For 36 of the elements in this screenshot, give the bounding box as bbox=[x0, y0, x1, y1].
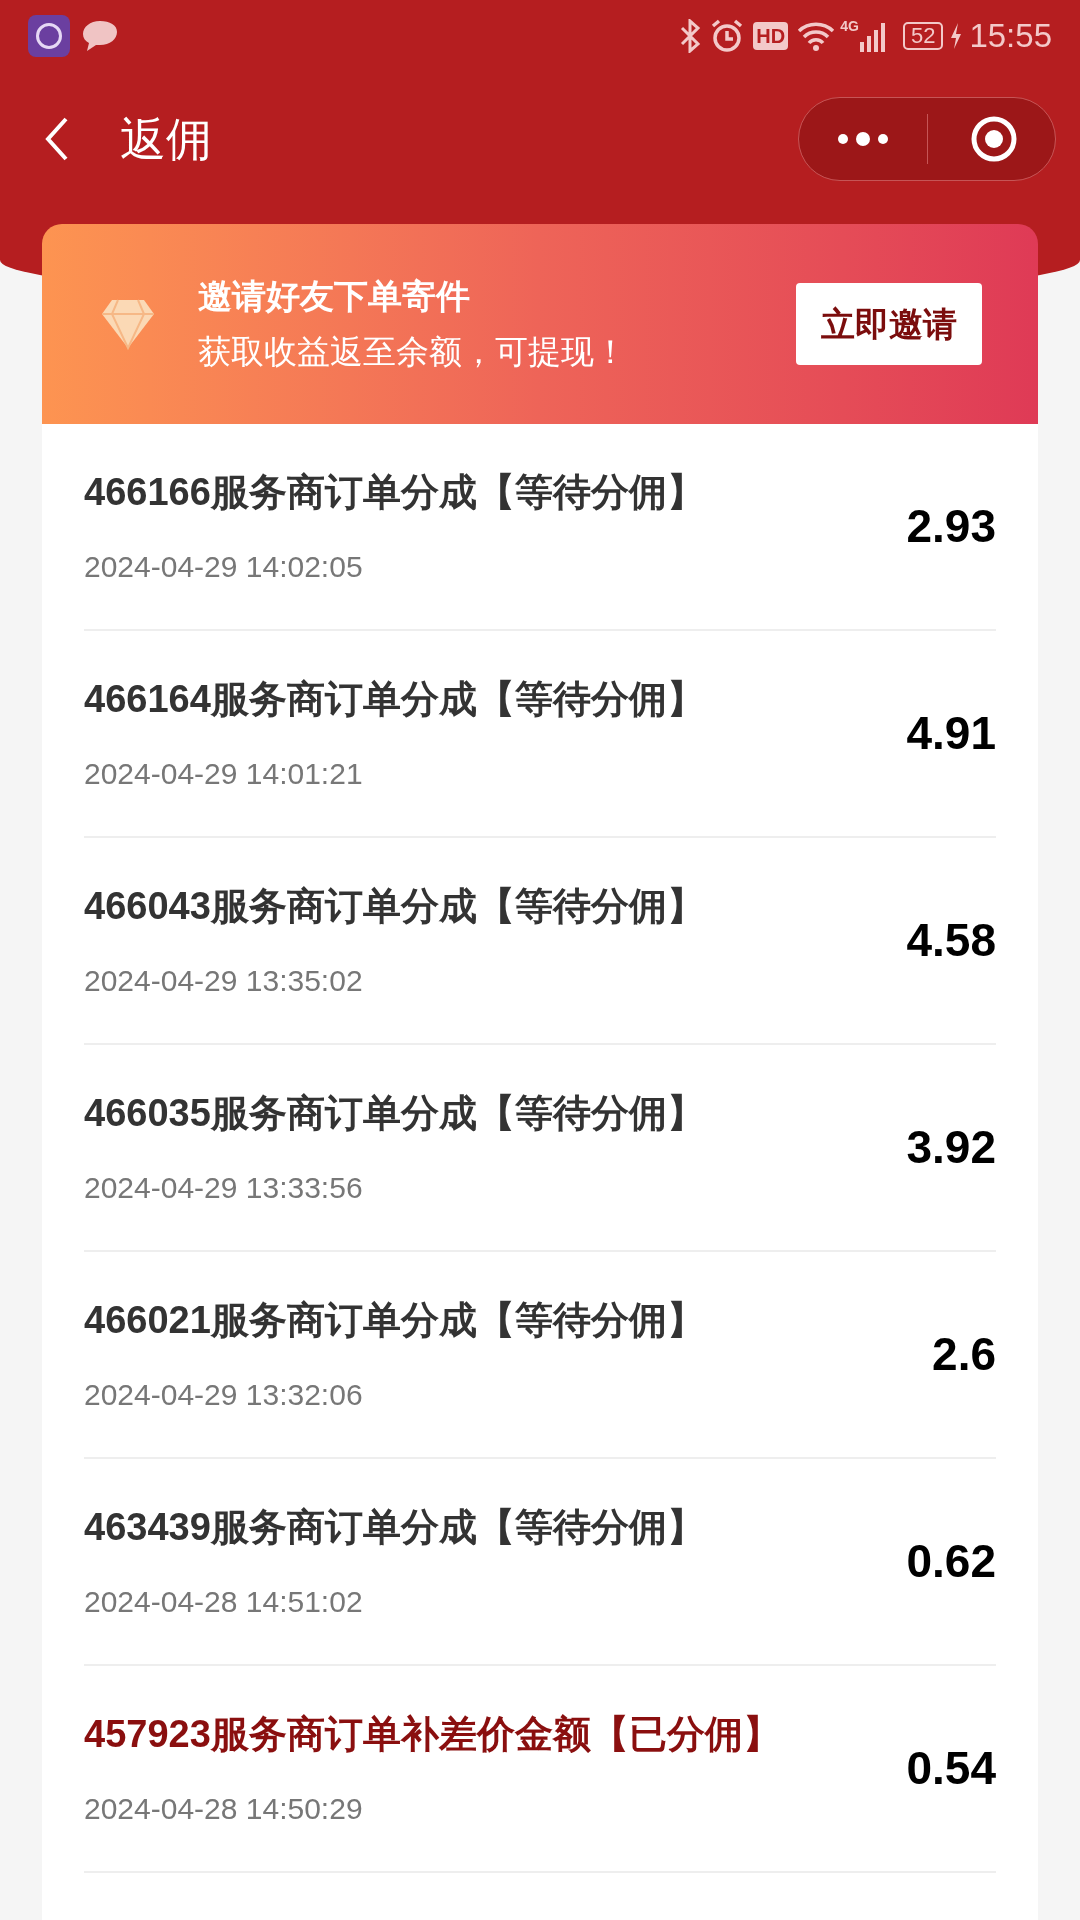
record-amount: 4.91 bbox=[906, 706, 996, 761]
record-time: 2024-04-29 14:01:21 bbox=[84, 755, 364, 792]
record-amount: 2.93 bbox=[906, 499, 996, 554]
charging-icon bbox=[949, 22, 964, 50]
diamond-icon bbox=[100, 298, 156, 350]
record-amount: 4.58 bbox=[906, 913, 996, 968]
app-icon bbox=[28, 15, 70, 57]
clock-time: 15:55 bbox=[969, 16, 1052, 57]
record-time: 2024-04-29 14:02:05 bbox=[84, 548, 364, 585]
record-time: 2024-04-28 14:51:02 bbox=[84, 1583, 364, 1620]
record-time: 2024-04-29 13:32:06 bbox=[84, 1376, 364, 1413]
banner-subtitle: 获取收益返至余额，可提现！ bbox=[198, 332, 627, 372]
banner-title: 邀请好友下单寄件 bbox=[198, 276, 471, 317]
more-icon[interactable] bbox=[837, 132, 889, 146]
record-title: 466166服务商订单分成【等待分佣】 bbox=[84, 469, 706, 515]
record-title: 463439服务商订单分成【等待分佣】 bbox=[84, 1504, 706, 1550]
record-title: 457923服务商订单补差价金额【已分佣】 bbox=[84, 1711, 782, 1757]
record-time: 2024-04-29 13:35:02 bbox=[84, 962, 364, 999]
page-title: 返佣 bbox=[120, 111, 212, 167]
record-amount: 0.54 bbox=[906, 1741, 996, 1796]
record-time: 2024-04-29 13:33:56 bbox=[84, 1169, 364, 1206]
record-title: 466021服务商订单分成【等待分佣】 bbox=[84, 1297, 706, 1343]
record-time: 2024-04-28 14:50:29 bbox=[84, 1790, 364, 1827]
invite-button[interactable]: 立即邀请 bbox=[796, 283, 982, 365]
wifi-icon bbox=[796, 20, 837, 52]
chat-icon bbox=[80, 18, 120, 54]
record-title: 466043服务商订单分成【等待分佣】 bbox=[84, 883, 706, 929]
record-title: 466164服务商订单分成【等待分佣】 bbox=[84, 676, 706, 722]
battery-indicator: 52 bbox=[902, 22, 944, 50]
record-amount: 0.62 bbox=[906, 1534, 996, 1589]
bluetooth-icon bbox=[679, 19, 702, 53]
record-amount: 2.6 bbox=[932, 1327, 996, 1382]
record-amount: 3.92 bbox=[906, 1120, 996, 1175]
record-title: 466035服务商订单分成【等待分佣】 bbox=[84, 1090, 706, 1136]
network-label: 4G bbox=[840, 17, 859, 36]
hd-badge: HD bbox=[753, 22, 789, 50]
